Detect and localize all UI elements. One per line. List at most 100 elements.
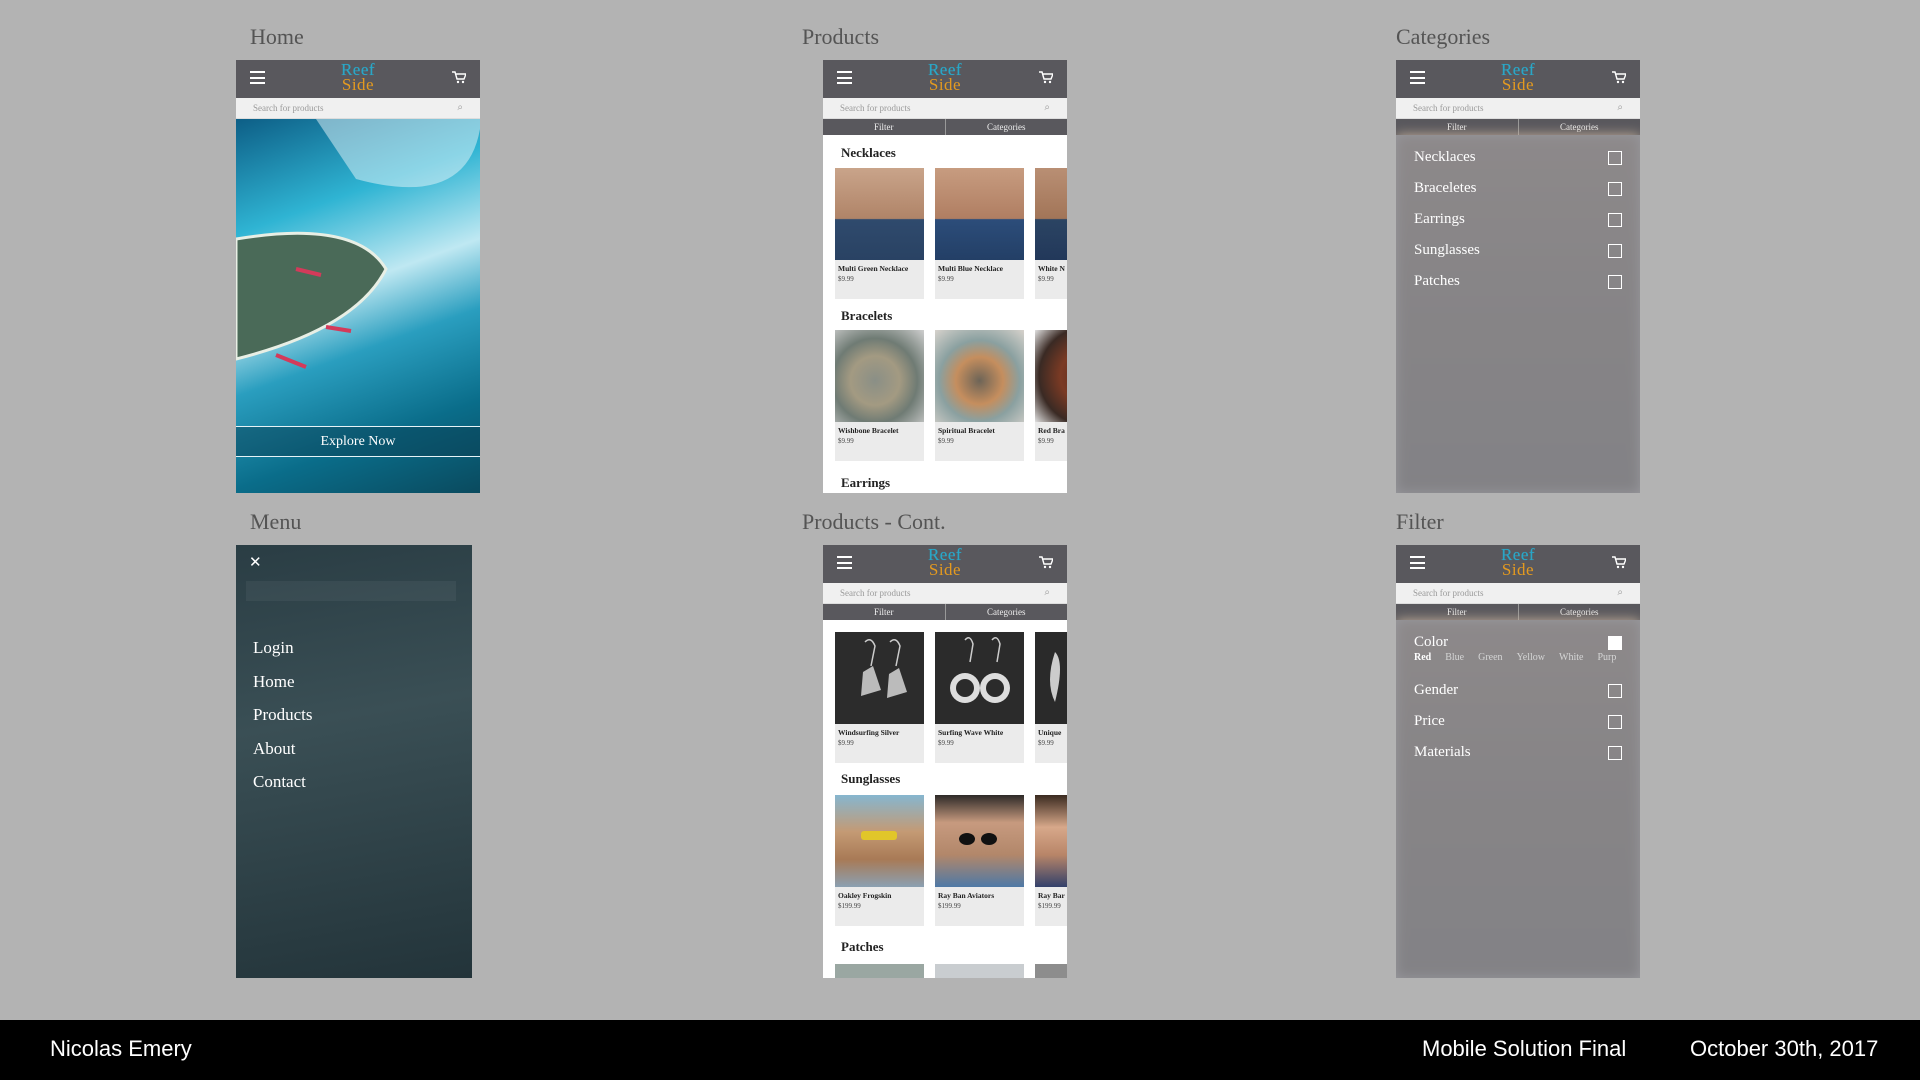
category-option[interactable]: Sunglasses [1414, 235, 1622, 266]
product-price: $199.99 [1038, 902, 1061, 910]
filter-option-price[interactable]: Price [1414, 706, 1622, 737]
product-price: $9.99 [1038, 739, 1054, 747]
filter-categories-tabs: Filter Categories [1396, 119, 1640, 135]
category-option[interactable]: Braceletes [1414, 173, 1622, 204]
search-input[interactable]: Search for products ⌕ [1396, 583, 1640, 604]
menu-item-home[interactable]: Home [253, 665, 313, 699]
menu-item-login[interactable]: Login [253, 631, 313, 665]
filter-option-gender[interactable]: Gender [1414, 675, 1622, 706]
color-option[interactable]: Blue [1445, 652, 1464, 663]
tab-categories[interactable]: Categories [1519, 604, 1641, 620]
product-image [935, 795, 1024, 887]
category-checkbox[interactable] [1608, 212, 1622, 227]
product-card[interactable]: Ray Bar $199.99 [1035, 795, 1067, 926]
reef-side-logo[interactable]: Reef Side [928, 61, 962, 93]
search-input[interactable]: Search for products ⌕ [823, 98, 1067, 119]
product-price: $199.99 [838, 902, 861, 910]
screen-title-products: Products [802, 24, 879, 49]
reef-side-logo[interactable]: Reef Side [1501, 61, 1535, 93]
tab-categories[interactable]: Categories [1519, 119, 1641, 135]
hamburger-menu-icon[interactable] [1410, 71, 1425, 84]
tab-filter[interactable]: Filter [823, 119, 946, 135]
hamburger-menu-icon[interactable] [1410, 556, 1425, 569]
bracelets-row: Wishbone Bracelet $9.99 Spiritual Bracel… [835, 330, 1067, 461]
section-title-necklaces: Necklaces [841, 145, 896, 160]
reef-side-logo[interactable]: Reef Side [341, 61, 375, 93]
color-option[interactable]: Purp [1597, 652, 1616, 663]
search-icon[interactable]: ⌕ [1044, 102, 1050, 113]
tab-filter[interactable]: Filter [1396, 604, 1519, 620]
product-card[interactable]: Multi Green Necklace $9.99 [835, 168, 924, 299]
color-option[interactable]: Yellow [1517, 652, 1545, 663]
filter-checkbox[interactable] [1608, 745, 1622, 760]
product-image [835, 330, 924, 422]
search-icon[interactable]: ⌕ [1044, 587, 1050, 598]
tab-categories[interactable]: Categories [946, 604, 1068, 620]
filter-categories-tabs: Filter Categories [823, 604, 1067, 620]
filter-checkbox[interactable] [1608, 635, 1622, 650]
categories-screen: Reef Side Search for products ⌕ Filter C… [1396, 60, 1640, 493]
patch-image[interactable] [935, 964, 1024, 978]
product-card[interactable]: Surfing Wave White $9.99 [935, 632, 1024, 763]
product-card[interactable]: White N $9.99 [1035, 168, 1067, 299]
category-checkbox[interactable] [1608, 150, 1622, 165]
tab-categories[interactable]: Categories [946, 119, 1068, 135]
menu-item-contact[interactable]: Contact [253, 765, 313, 799]
filter-checkbox[interactable] [1608, 683, 1622, 698]
filter-checkbox[interactable] [1608, 714, 1622, 729]
product-price: $9.99 [838, 275, 854, 283]
menu-item-about[interactable]: About [253, 732, 313, 766]
search-input[interactable]: Search for products ⌕ [823, 583, 1067, 604]
search-input[interactable]: Search for products ⌕ [1396, 98, 1640, 119]
product-name: Surfing Wave White [938, 728, 1004, 737]
category-option[interactable]: Earrings [1414, 204, 1622, 235]
category-option[interactable]: Necklaces [1414, 142, 1622, 173]
product-card[interactable]: Multi Blue Necklace $9.99 [935, 168, 1024, 299]
patch-image[interactable] [835, 964, 924, 978]
filter-screen: Reef Side Search for products ⌕ Filter C… [1396, 545, 1640, 978]
product-card[interactable]: Wishbone Bracelet $9.99 [835, 330, 924, 461]
cart-icon[interactable] [1039, 556, 1053, 569]
filter-option-materials[interactable]: Materials [1414, 737, 1622, 768]
search-icon[interactable]: ⌕ [457, 102, 463, 113]
patch-image[interactable] [1035, 964, 1067, 978]
tab-filter[interactable]: Filter [1396, 119, 1519, 135]
earring-illustration [950, 637, 1010, 703]
category-checkbox[interactable] [1608, 181, 1622, 196]
hamburger-menu-icon[interactable] [837, 71, 852, 84]
cart-icon[interactable] [1039, 71, 1053, 84]
reef-side-logo[interactable]: Reef Side [1501, 546, 1535, 578]
category-option[interactable]: Patches [1414, 266, 1622, 297]
tab-filter[interactable]: Filter [823, 604, 946, 620]
category-checkbox[interactable] [1608, 243, 1622, 258]
search-icon[interactable]: ⌕ [1617, 102, 1623, 113]
menu-item-products[interactable]: Products [253, 698, 313, 732]
reef-side-logo[interactable]: Reef Side [928, 546, 962, 578]
explore-now-button[interactable]: Explore Now [236, 426, 480, 457]
color-option[interactable]: Green [1478, 652, 1502, 663]
product-image [835, 632, 924, 724]
product-card[interactable]: Unique $9.99 [1035, 632, 1067, 763]
top-bar: Reef Side [1396, 60, 1640, 98]
search-icon[interactable]: ⌕ [1617, 587, 1623, 598]
lens-left-shape [959, 833, 975, 845]
section-title-patches: Patches [841, 939, 884, 954]
product-card[interactable]: Ray Ban Aviators $199.99 [935, 795, 1024, 926]
product-name: Red Bra [1038, 426, 1065, 435]
product-card[interactable]: Oakley Frogskin $199.99 [835, 795, 924, 926]
product-card[interactable]: Spiritual Bracelet $9.99 [935, 330, 1024, 461]
color-option[interactable]: White [1559, 652, 1583, 663]
product-card[interactable]: Windsurfing Silver $9.99 [835, 632, 924, 763]
hamburger-menu-icon[interactable] [837, 556, 852, 569]
close-icon[interactable]: ✕ [249, 553, 262, 571]
category-label: Necklaces [1414, 149, 1476, 165]
color-option[interactable]: Red [1414, 652, 1431, 663]
cart-icon[interactable] [1612, 556, 1626, 569]
search-input[interactable]: Search for products ⌕ [236, 98, 480, 119]
product-image [935, 168, 1024, 260]
cart-icon[interactable] [452, 71, 466, 84]
cart-icon[interactable] [1612, 71, 1626, 84]
hamburger-menu-icon[interactable] [250, 71, 265, 84]
category-checkbox[interactable] [1608, 274, 1622, 289]
product-card[interactable]: Red Bra $9.99 [1035, 330, 1067, 461]
